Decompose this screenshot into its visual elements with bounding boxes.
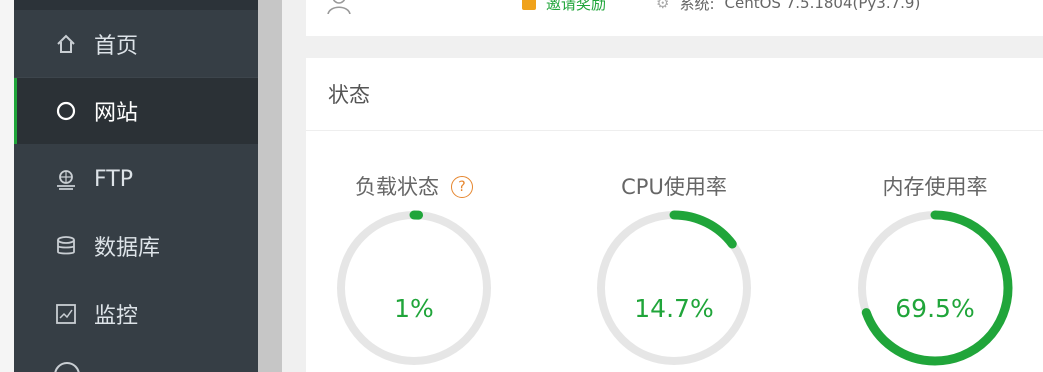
gauge-ring [596,210,752,366]
invite-link[interactable]: 邀请奖励 [546,0,606,14]
sidebar-item-label: 监控 [94,304,139,329]
gauge-value: 69.5% [895,294,975,323]
ftp-icon [54,167,78,191]
monitor-icon [54,302,78,326]
next-item-icon [54,362,80,372]
memory-gauge[interactable]: 内存使用率 69.5% [835,172,1035,368]
gauge-label-row: CPU使用率 [574,172,774,202]
sidebar-item-label: 首页 [94,34,139,59]
sidebar-item-monitor[interactable]: 监控 [14,281,258,347]
gauge-ring [857,210,1013,366]
system-value: CentOS 7.5.1804(Py3.7.9) [724,0,921,12]
top-info-bar: 邀请奖励 ⚙ 系统: CentOS 7.5.1804(Py3.7.9) [306,0,1043,36]
window-edge [0,0,14,372]
sidebar-item-ftp[interactable]: FTP [14,146,258,212]
load-gauge[interactable]: 负载状态 ? 1% [314,172,514,368]
sidebar-item-home[interactable]: 首页 [14,11,258,77]
gauge-label-row: 内存使用率 [835,172,1035,202]
gauge-label: CPU使用率 [621,175,727,199]
sidebar: 首页 网站 FTP 数据库 监控 [14,0,258,372]
sidebar-item-website[interactable]: 网站 [14,78,258,144]
system-label: 系统: [679,0,715,13]
sidebar-item-database[interactable]: 数据库 [14,213,258,279]
panel-title: 状态 [306,58,1043,131]
sidebar-item-label: 数据库 [94,236,161,261]
globe-icon [54,99,78,123]
cpu-gauge[interactable]: CPU使用率 14.7% [574,172,774,368]
sidebar-item-label: FTP [94,166,133,192]
database-icon [54,234,78,258]
gift-icon [522,0,536,10]
sidebar-scrollbar[interactable] [258,0,282,372]
home-icon [54,32,78,56]
gauge-label: 负载状态 [355,175,439,199]
status-panel: 状态 负载状态 ? 1% CPU使用率 14.7% 内存使用率 69.5% [306,58,1043,372]
gauge-value: 1% [394,294,434,323]
system-icon: ⚙ [656,0,670,12]
sidebar-header [14,0,258,10]
sidebar-item-label: 网站 [94,101,139,126]
gauge-value: 14.7% [634,294,714,323]
user-icon [326,0,352,18]
gauge-ring [336,210,492,366]
gauge-label-row: 负载状态 ? [314,172,514,202]
help-icon[interactable]: ? [451,176,473,198]
gauge-label: 内存使用率 [882,175,988,199]
